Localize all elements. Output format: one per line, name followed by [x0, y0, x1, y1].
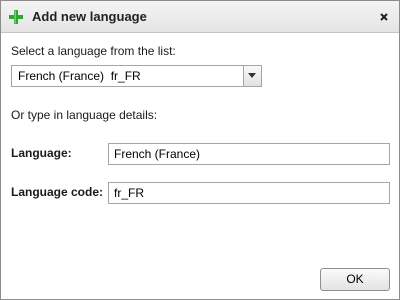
- close-icon[interactable]: [377, 10, 391, 24]
- select-dropdown-button[interactable]: [243, 66, 261, 86]
- language-name-input[interactable]: [108, 143, 390, 165]
- language-select[interactable]: French (France) fr_FR: [11, 65, 262, 87]
- dialog-title: Add new language: [32, 9, 147, 24]
- dialog-titlebar: Add new language: [1, 1, 399, 33]
- language-code-label: Language code:: [11, 185, 104, 199]
- plus-icon: [9, 10, 23, 24]
- language-code-input[interactable]: [108, 182, 390, 204]
- details-prompt: Or type in language details:: [11, 108, 158, 122]
- chevron-down-icon: [248, 73, 256, 78]
- language-select-value: French (France) fr_FR: [18, 69, 141, 83]
- select-language-prompt: Select a language from the list:: [11, 44, 176, 58]
- ok-button[interactable]: OK: [320, 268, 390, 291]
- language-label: Language:: [11, 146, 72, 160]
- add-language-dialog: Add new language Select a language from …: [0, 0, 400, 300]
